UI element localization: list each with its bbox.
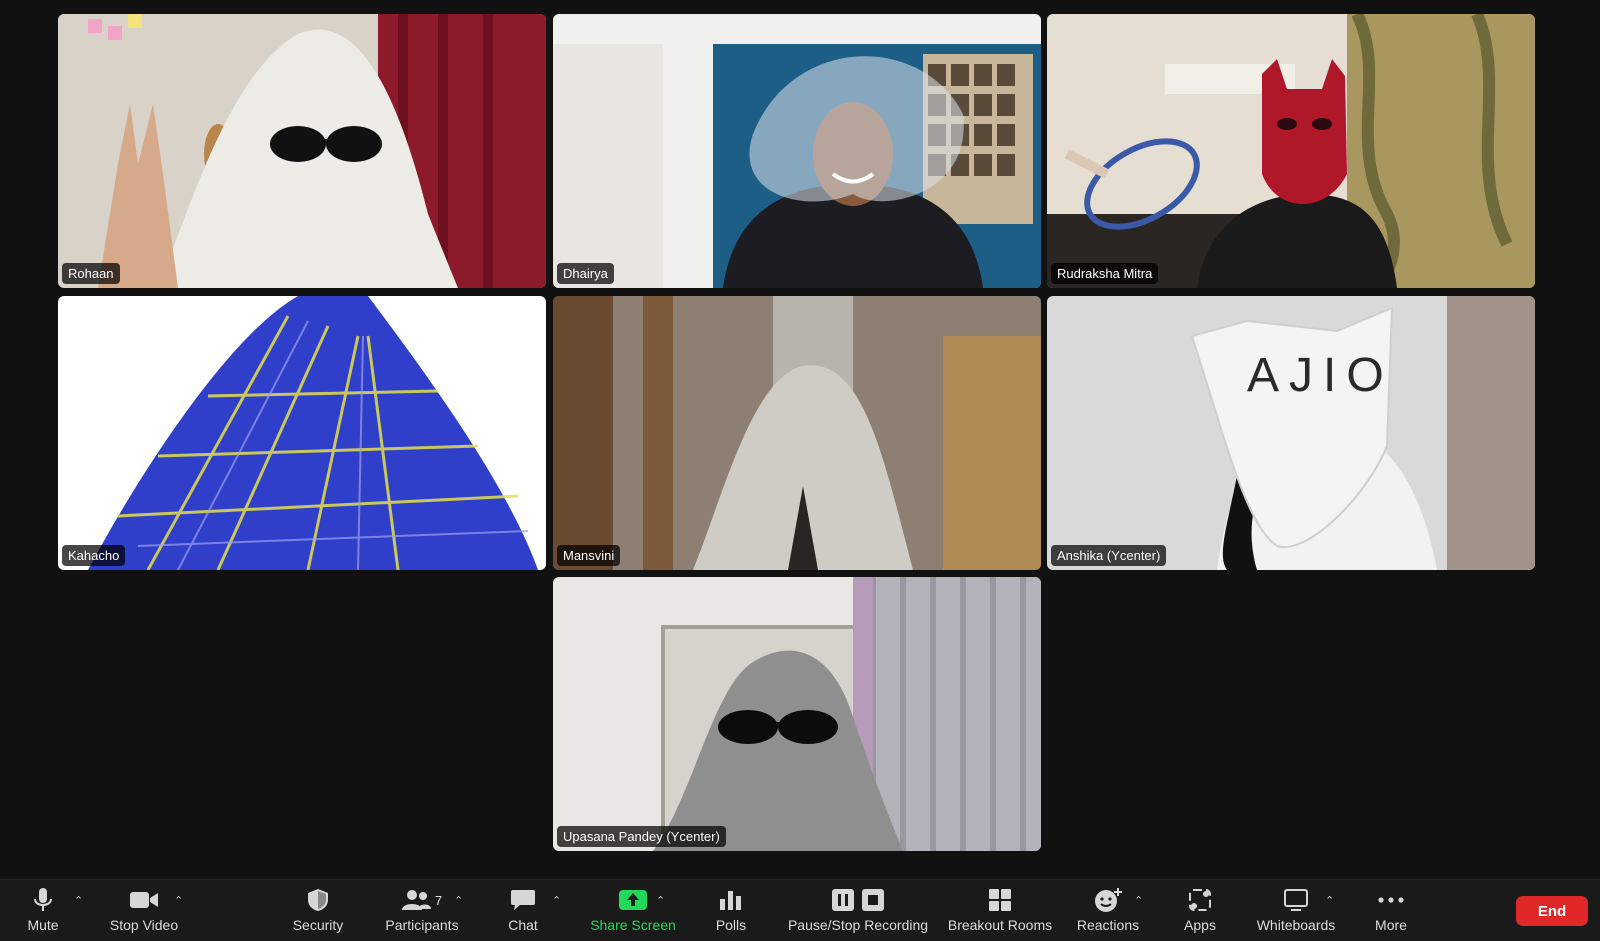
share-options-chevron-icon[interactable]: ⌃	[656, 894, 665, 907]
ellipsis-icon	[1378, 886, 1404, 914]
breakout-rooms-button[interactable]: Breakout Rooms	[946, 886, 1054, 936]
pause-stop-icon	[831, 886, 885, 914]
participant-name-label: Anshika (Ycenter)	[1051, 545, 1167, 566]
smiley-plus-icon	[1094, 886, 1122, 914]
audio-options-chevron-icon[interactable]: ⌃	[74, 894, 83, 907]
bar-chart-icon	[719, 886, 743, 914]
shield-icon	[307, 886, 329, 914]
participant-name-label: Upasana Pandey (Ycenter)	[557, 826, 726, 847]
breakout-rooms-label: Breakout Rooms	[947, 917, 1053, 933]
video-tile-anshika[interactable]: AJIO Anshika (Ycenter)	[1047, 296, 1535, 570]
chat-bubble-icon	[510, 886, 536, 914]
security-button[interactable]: Security	[282, 886, 354, 936]
share-arrow-icon	[618, 886, 648, 914]
video-tile-rudraksha-mitra[interactable]: Rudraksha Mitra	[1047, 14, 1535, 288]
apps-label: Apps	[1184, 917, 1216, 933]
video-options-chevron-icon[interactable]: ⌃	[174, 894, 183, 907]
stop-video-button[interactable]: Stop Video	[104, 886, 184, 936]
video-tile-kahacho[interactable]: Kahacho	[58, 296, 546, 570]
participant-video: AJIO	[1047, 296, 1535, 570]
whiteboard-icon	[1283, 886, 1309, 914]
participants-button[interactable]: 7 Participants	[378, 886, 466, 936]
video-tile-upasana-pandey[interactable]: Upasana Pandey (Ycenter)	[553, 577, 1041, 851]
chat-options-chevron-icon[interactable]: ⌃	[552, 894, 561, 907]
participant-video	[1047, 14, 1535, 288]
share-screen-button[interactable]: Share Screen	[582, 886, 684, 936]
security-label: Security	[292, 917, 344, 933]
participant-video	[553, 577, 1041, 851]
participant-video	[58, 14, 546, 288]
chat-button[interactable]: Chat	[496, 886, 550, 936]
whiteboards-label: Whiteboards	[1256, 917, 1336, 933]
participant-name-label: Rudraksha Mitra	[1051, 263, 1159, 284]
people-icon: 7	[401, 886, 443, 914]
video-tile-mansvini[interactable]: Mansvini	[553, 296, 1041, 570]
video-camera-icon	[129, 886, 159, 914]
zoom-meeting-window: Rohaan Dhairya Rudraksha Mitra Kahacho M…	[0, 0, 1600, 941]
svg-text:AJIO: AJIO	[1247, 349, 1394, 402]
participants-count: 7	[434, 892, 443, 908]
mute-button[interactable]: Mute	[18, 886, 68, 936]
participant-name-label: Mansvini	[557, 545, 621, 566]
polls-label: Polls	[715, 917, 747, 933]
pause-stop-recording-button[interactable]: Pause/Stop Recording	[784, 886, 932, 936]
participant-name-label: Dhairya	[557, 263, 614, 284]
microphone-icon	[32, 886, 54, 914]
participants-options-chevron-icon[interactable]: ⌃	[454, 894, 463, 907]
whiteboards-options-chevron-icon[interactable]: ⌃	[1325, 894, 1334, 907]
stop-video-label: Stop Video	[109, 917, 179, 933]
recording-label: Pause/Stop Recording	[787, 917, 929, 933]
reactions-button[interactable]: Reactions	[1074, 886, 1142, 936]
reactions-options-chevron-icon[interactable]: ⌃	[1134, 894, 1143, 907]
apps-button[interactable]: Apps	[1180, 886, 1220, 936]
more-label: More	[1375, 917, 1407, 933]
grid-icon	[988, 886, 1012, 914]
participant-name-label: Kahacho	[62, 545, 126, 566]
participant-name-label: Rohaan	[62, 263, 120, 284]
video-tile-rohaan[interactable]: Rohaan	[58, 14, 546, 288]
meeting-controls-toolbar: Mute ⌃ Stop Video ⌃ Security 7 Participa…	[0, 879, 1600, 941]
reactions-label: Reactions	[1076, 917, 1140, 933]
chat-label: Chat	[508, 917, 538, 933]
participants-label: Participants	[385, 917, 459, 933]
end-meeting-button[interactable]: End	[1516, 896, 1588, 926]
video-tile-dhairya[interactable]: Dhairya	[553, 14, 1041, 288]
participant-video	[553, 14, 1041, 288]
more-button[interactable]: More	[1366, 886, 1416, 936]
participant-video	[553, 296, 1041, 570]
share-screen-label: Share Screen	[590, 917, 676, 933]
apps-icon	[1188, 886, 1212, 914]
mute-label: Mute	[27, 917, 59, 933]
participant-video	[58, 296, 546, 570]
polls-button[interactable]: Polls	[706, 886, 756, 936]
